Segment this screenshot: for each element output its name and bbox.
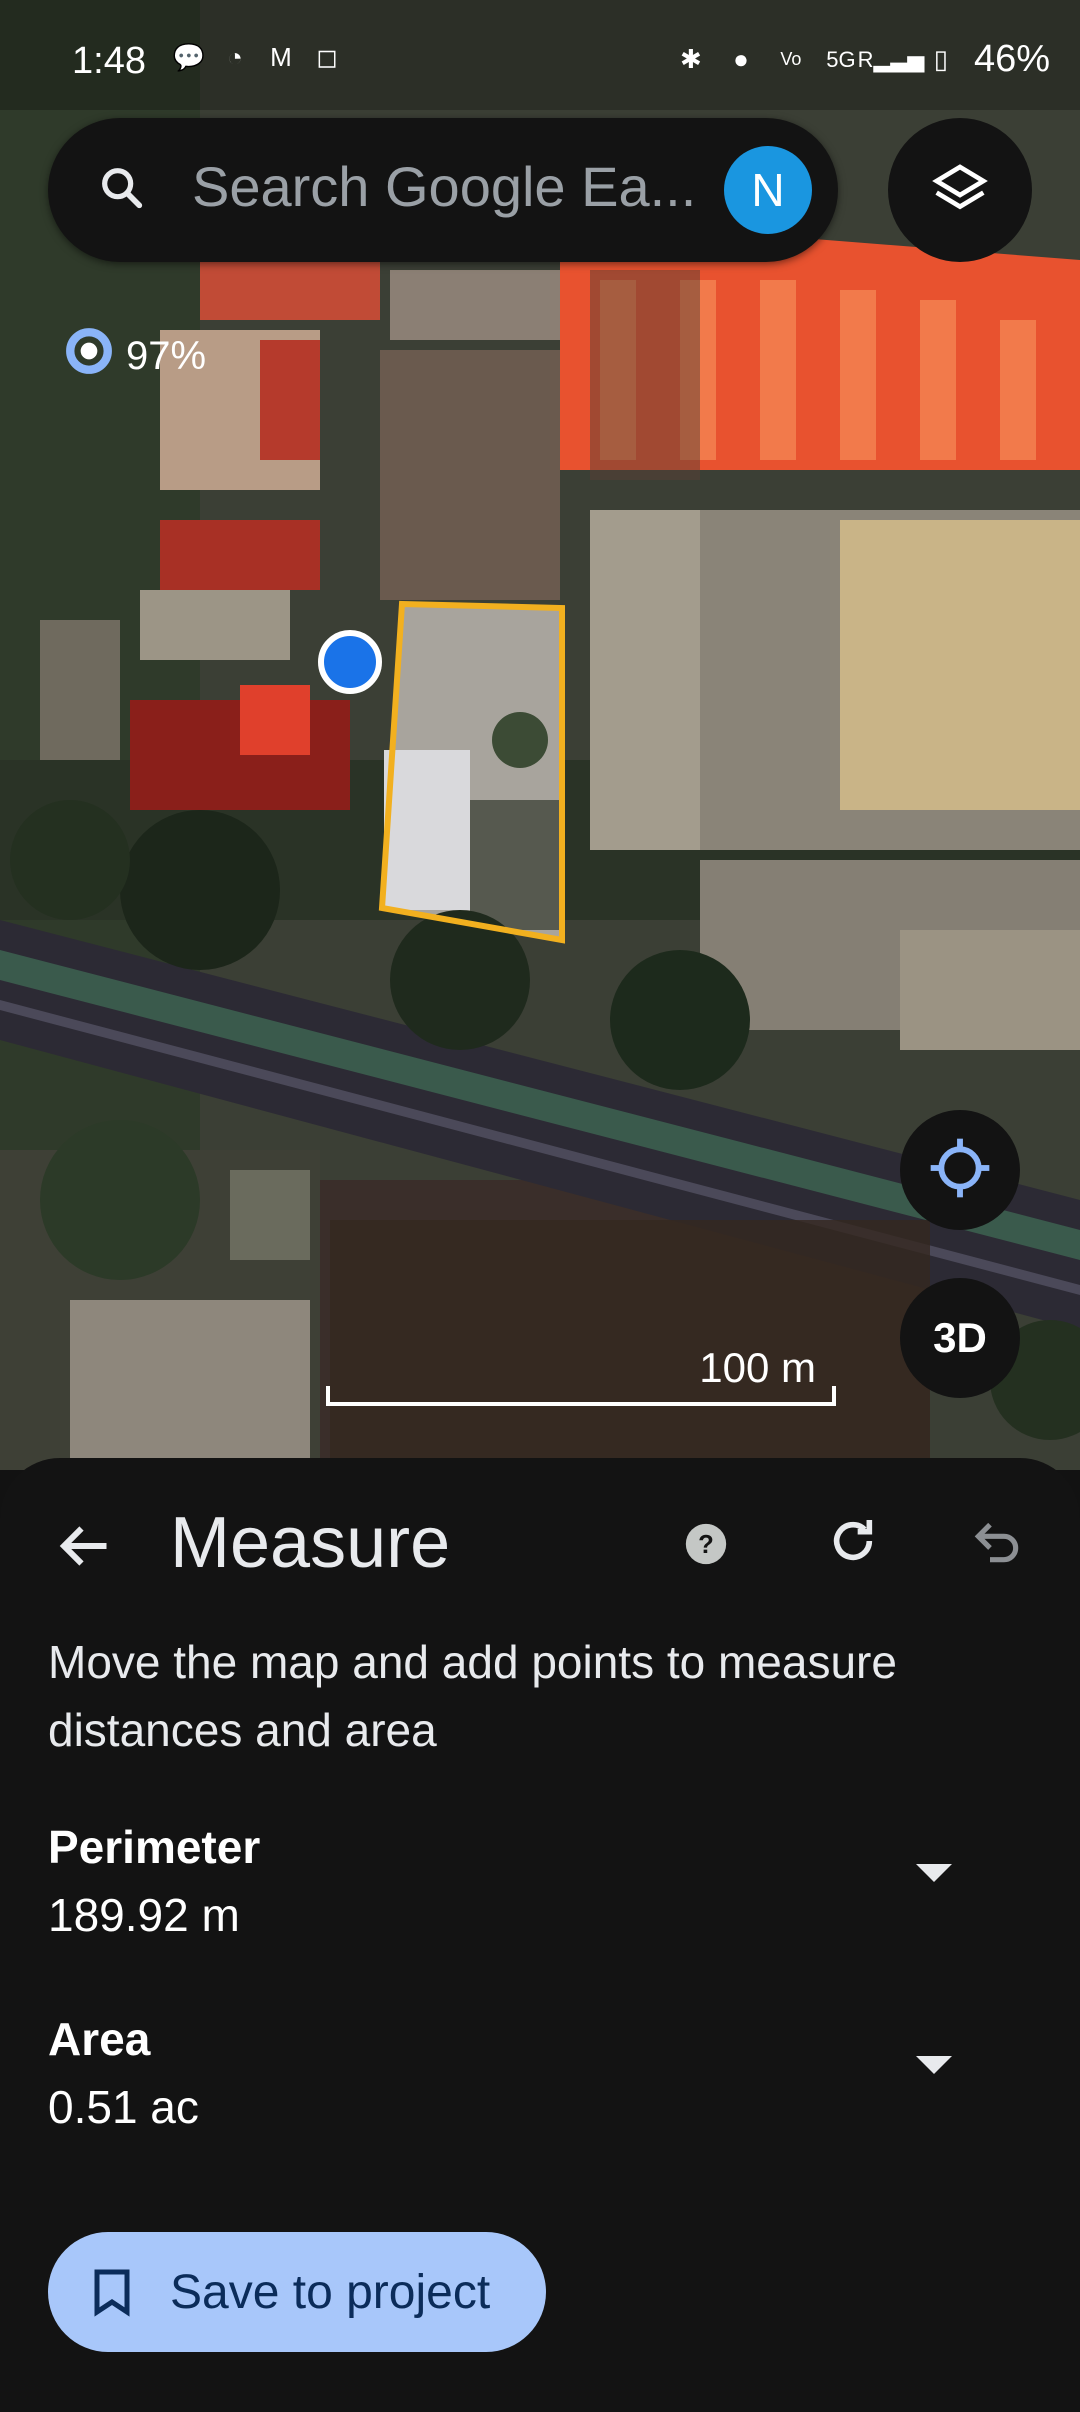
location-icon: ● — [733, 44, 749, 74]
loading-ring-icon — [64, 326, 114, 386]
chat-icon: 💬 — [172, 41, 206, 72]
refresh-icon — [825, 1513, 881, 1574]
save-to-project-button[interactable]: Save to project — [48, 2232, 546, 2352]
status-bar: 1:48 💬 ◔ M ◻ ✱ ● Vo 5G R▂▃▅ ▯ 46% — [0, 0, 1080, 110]
save-to-project-label: Save to project — [170, 2265, 491, 2319]
gmail-icon: M — [270, 41, 292, 72]
signal-roaming-icon: R▂▃▅ — [857, 46, 925, 72]
area-row[interactable]: Area 0.51 ac — [0, 2012, 1080, 2162]
my-location-button[interactable] — [900, 1110, 1020, 1230]
my-location-icon — [928, 1136, 992, 1205]
back-button[interactable] — [44, 1508, 124, 1588]
view-3d-label: 3D — [933, 1314, 987, 1361]
status-time: 1:48 — [72, 40, 146, 82]
avatar-letter: N — [751, 164, 785, 216]
undo-button[interactable] — [962, 1508, 1032, 1578]
bookmark-icon — [90, 2264, 134, 2320]
chevron-down-icon[interactable] — [916, 1864, 952, 1882]
battery-icon: ▯ — [933, 44, 949, 74]
search-bar[interactable]: Search Google Ea... N — [48, 118, 838, 262]
measure-panel: Measure ? Move the map and add points to… — [0, 1458, 1080, 2412]
sync-icon: ◔ — [227, 41, 243, 72]
loading-percent: 97% — [126, 333, 207, 378]
scale-bar — [326, 1386, 836, 1406]
notification-icons: 💬 ◔ M ◻ — [172, 40, 344, 74]
help-button[interactable]: ? — [676, 1516, 736, 1576]
svg-text:?: ? — [698, 1531, 714, 1559]
undo-icon — [969, 1513, 1025, 1574]
perimeter-value: 189.92 m — [48, 1889, 240, 1941]
loading-indicator: 97% — [64, 326, 206, 386]
chevron-down-icon[interactable] — [916, 2056, 952, 2074]
page-title: Measure — [170, 1503, 451, 1583]
volte-icon: Vo — [780, 49, 802, 69]
measure-instructions: Move the map and add points to measure d… — [48, 1636, 897, 1756]
map-scale: 100 m — [326, 1344, 836, 1406]
bluetooth-icon: ✱ — [680, 44, 702, 74]
signal-5g-icon: 5G — [826, 46, 856, 72]
help-icon: ? — [684, 1522, 728, 1571]
area-label: Area — [48, 2013, 151, 2065]
instagram-icon: ◻ — [316, 41, 338, 72]
layers-button[interactable] — [888, 118, 1032, 262]
current-location-dot — [318, 630, 382, 694]
measure-header: Measure ? — [0, 1458, 1080, 1628]
view-3d-button[interactable]: 3D — [900, 1278, 1020, 1398]
avatar[interactable]: N — [724, 146, 812, 234]
system-icons: ✱ ● Vo 5G R▂▃▅ ▯ 46% — [674, 38, 1050, 81]
perimeter-row[interactable]: Perimeter 189.92 m — [0, 1820, 1080, 1970]
back-arrow-icon — [54, 1516, 114, 1581]
layers-icon — [932, 160, 988, 221]
search-icon — [96, 162, 148, 219]
scale-label: 100 m — [699, 1344, 816, 1391]
area-value: 0.51 ac — [48, 2081, 199, 2133]
battery-percent: 46% — [973, 38, 1050, 80]
perimeter-label: Perimeter — [48, 1821, 261, 1873]
refresh-button[interactable] — [818, 1508, 888, 1578]
search-input[interactable]: Search Google Ea... — [192, 154, 696, 219]
